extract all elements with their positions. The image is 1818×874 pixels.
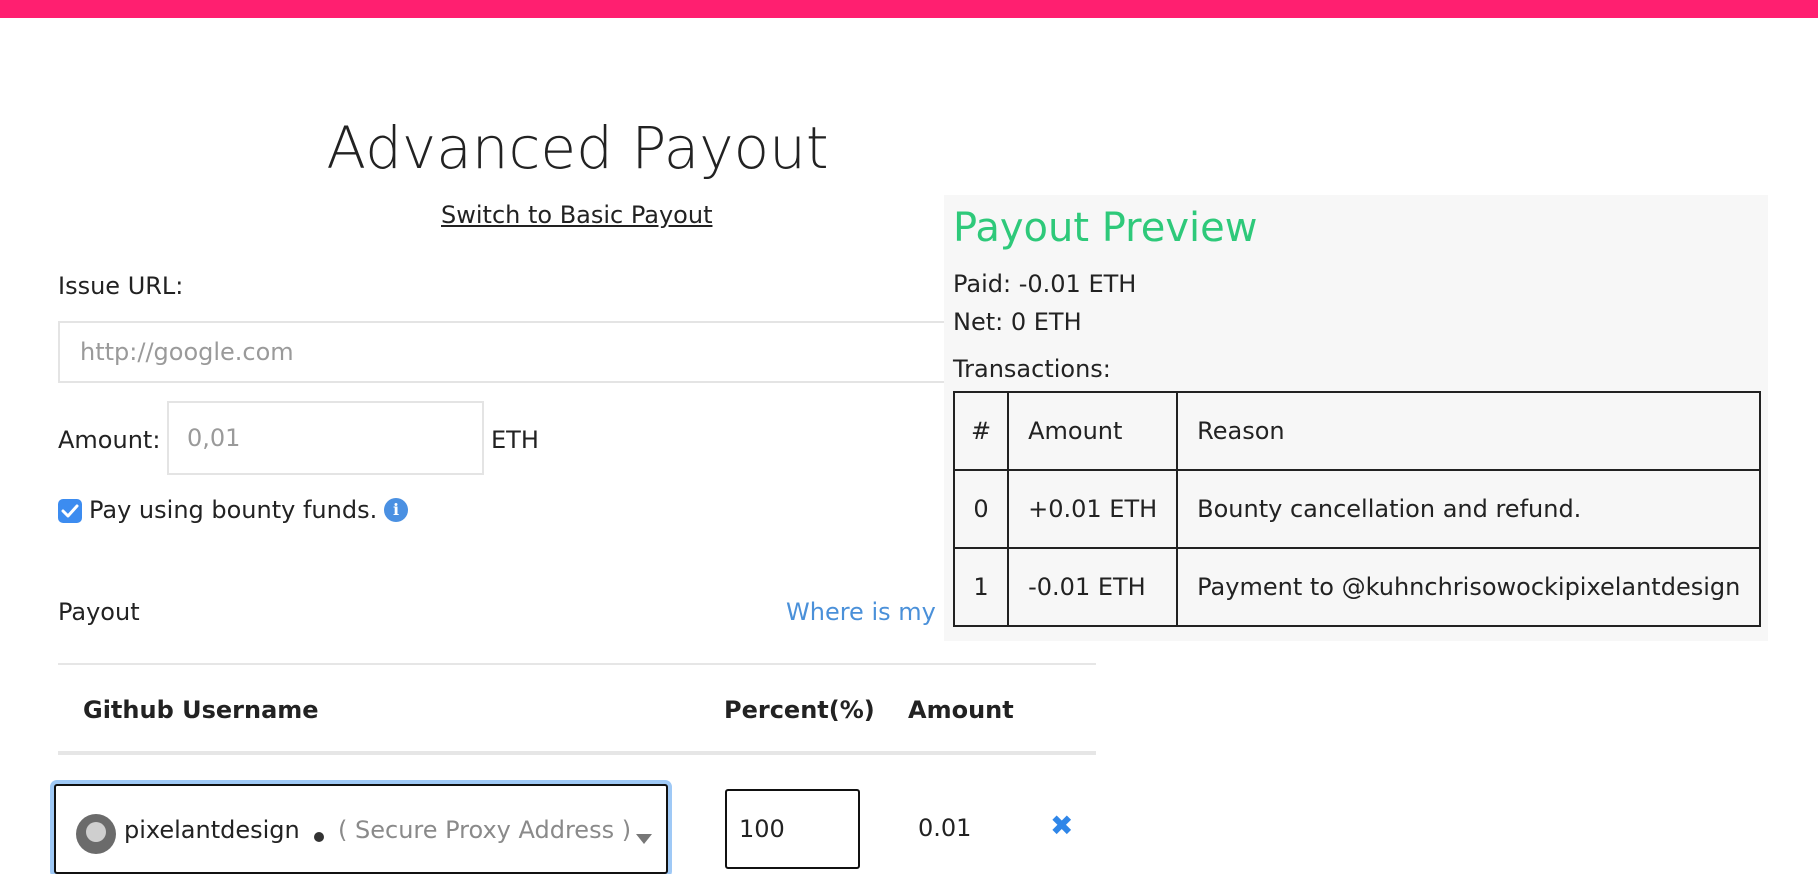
transaction-reason: Bounty cancellation and refund. [1176, 469, 1762, 549]
issue-url-label: Issue URL: [58, 272, 184, 300]
transaction-amount: -0.01 ETH [1007, 547, 1179, 627]
column-header-github-username: Github Username [83, 696, 319, 724]
amount-label: Amount: [58, 426, 161, 454]
page-title: Advanced Payout [326, 114, 829, 182]
pay-with-bounty-funds-checkbox[interactable] [58, 499, 82, 523]
pay-with-bounty-funds-label[interactable]: Pay using bounty funds. [89, 496, 377, 524]
table-row: 1 -0.01 ETH Payment to @kuhnchrisowockip… [952, 547, 1762, 627]
status-dot [314, 832, 324, 842]
table-header-row: # Amount Reason [952, 391, 1762, 471]
percent-input[interactable] [725, 789, 860, 869]
column-header-reason: Reason [1176, 391, 1762, 471]
payout-section-title: Payout [58, 598, 140, 626]
column-header-index: # [952, 391, 1010, 471]
info-icon[interactable]: i [384, 498, 408, 522]
transaction-index: 1 [952, 547, 1010, 627]
transaction-reason: Payment to @kuhnchrisowockipixelantdesig… [1176, 547, 1762, 627]
payout-preview-title: Payout Preview [953, 205, 1258, 251]
selected-username: pixelantdesign [124, 816, 300, 844]
payout-amount-value: 0.01 [918, 814, 972, 842]
payout-preview-panel: Payout Preview Paid: -0.01 ETH Net: 0 ET… [944, 195, 1768, 641]
github-username-select[interactable]: pixelantdesign ( Secure Proxy Address ) [54, 784, 668, 874]
transaction-index: 0 [952, 469, 1010, 549]
amount-unit: ETH [491, 426, 539, 454]
secure-proxy-address-label: ( Secure Proxy Address ) [338, 816, 632, 844]
switch-to-basic-payout-link[interactable]: Switch to Basic Payout [441, 201, 712, 229]
net-summary: Net: 0 ETH [953, 308, 1082, 336]
divider [58, 751, 1096, 755]
avatar [76, 814, 116, 854]
paid-summary: Paid: -0.01 ETH [953, 270, 1137, 298]
column-header-percent: Percent(%) [724, 696, 875, 724]
issue-url-input[interactable] [58, 321, 1098, 383]
transaction-amount: +0.01 ETH [1007, 469, 1179, 549]
top-accent-bar [0, 0, 1818, 18]
table-row: 0 +0.01 ETH Bounty cancellation and refu… [952, 469, 1762, 549]
amount-input[interactable] [167, 401, 484, 475]
where-is-my-link[interactable]: Where is my I [786, 598, 951, 626]
transactions-table: # Amount Reason 0 +0.01 ETH Bounty cance… [952, 391, 1762, 627]
checkmark-icon [61, 504, 79, 518]
column-header-amount: Amount [908, 696, 1014, 724]
close-icon[interactable]: ✖ [1050, 812, 1073, 840]
transactions-label: Transactions: [953, 355, 1111, 383]
divider [58, 663, 1096, 665]
column-header-amount: Amount [1007, 391, 1179, 471]
chevron-down-icon[interactable] [636, 834, 652, 844]
